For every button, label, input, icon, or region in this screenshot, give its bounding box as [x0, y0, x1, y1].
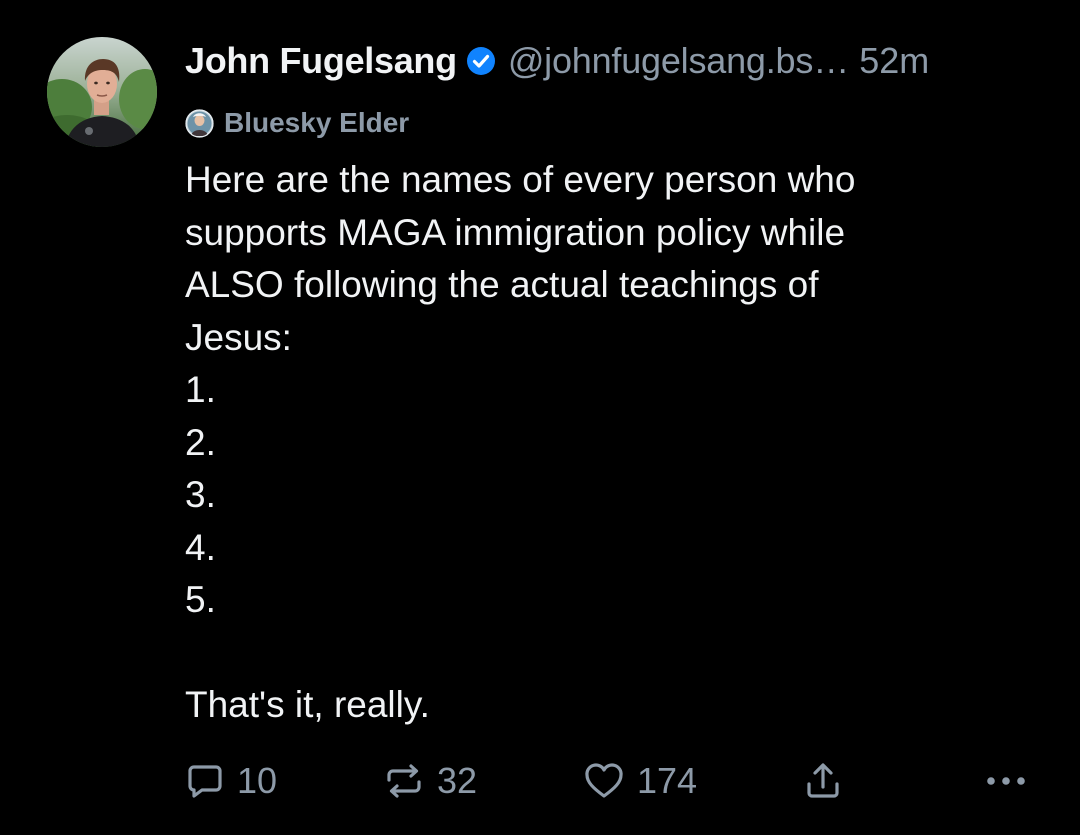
post-header: John Fugelsang @johnfugelsang.bs … 52m [185, 38, 1045, 84]
post-text-line: That's it, really. [185, 684, 430, 725]
elder-badge-icon [185, 108, 214, 138]
post-actions: 10 32 174 [185, 756, 1045, 806]
repost-count: 32 [437, 760, 478, 801]
reply-icon [185, 761, 225, 801]
more-options-button[interactable] [985, 756, 1027, 806]
post-text-line: Here are the names of every person who [185, 159, 856, 200]
reply-button[interactable]: 10 [185, 756, 277, 806]
like-button[interactable]: 174 [583, 756, 697, 806]
post-text-line: ALSO following the actual teachings of [185, 264, 819, 305]
list-item: 4. [185, 526, 216, 568]
share-icon [803, 760, 843, 802]
verified-check-icon [466, 46, 496, 76]
badge-label: Bluesky Elder [224, 107, 410, 138]
user-badge: Bluesky Elder [185, 106, 409, 140]
list-item: 2. [185, 421, 216, 463]
more-options-icon [985, 761, 1027, 801]
post[interactable]: John Fugelsang @johnfugelsang.bs … 52m B… [0, 0, 1080, 835]
like-count: 174 [637, 760, 698, 801]
author-name[interactable]: John Fugelsang [185, 40, 457, 82]
repost-icon [383, 761, 425, 801]
repost-button[interactable]: 32 [383, 756, 477, 806]
post-text-line: supports MAGA immigration policy while [185, 211, 846, 253]
author-avatar[interactable] [47, 37, 157, 147]
reply-count: 10 [237, 760, 278, 801]
post-text-line: Jesus: [185, 316, 292, 358]
avatar-photo [47, 37, 157, 147]
heart-icon [583, 761, 625, 801]
list-item: 1. [185, 369, 216, 410]
share-button[interactable] [803, 756, 843, 806]
author-handle[interactable]: @johnfugelsang.bs [508, 40, 814, 82]
handle-ellipsis: … [813, 40, 850, 81]
list-item: 5. [185, 579, 216, 620]
list-item: 3. [185, 474, 216, 515]
post-body: Here are the names of every person who s… [185, 154, 1045, 732]
post-timestamp[interactable]: 52m [859, 40, 929, 82]
